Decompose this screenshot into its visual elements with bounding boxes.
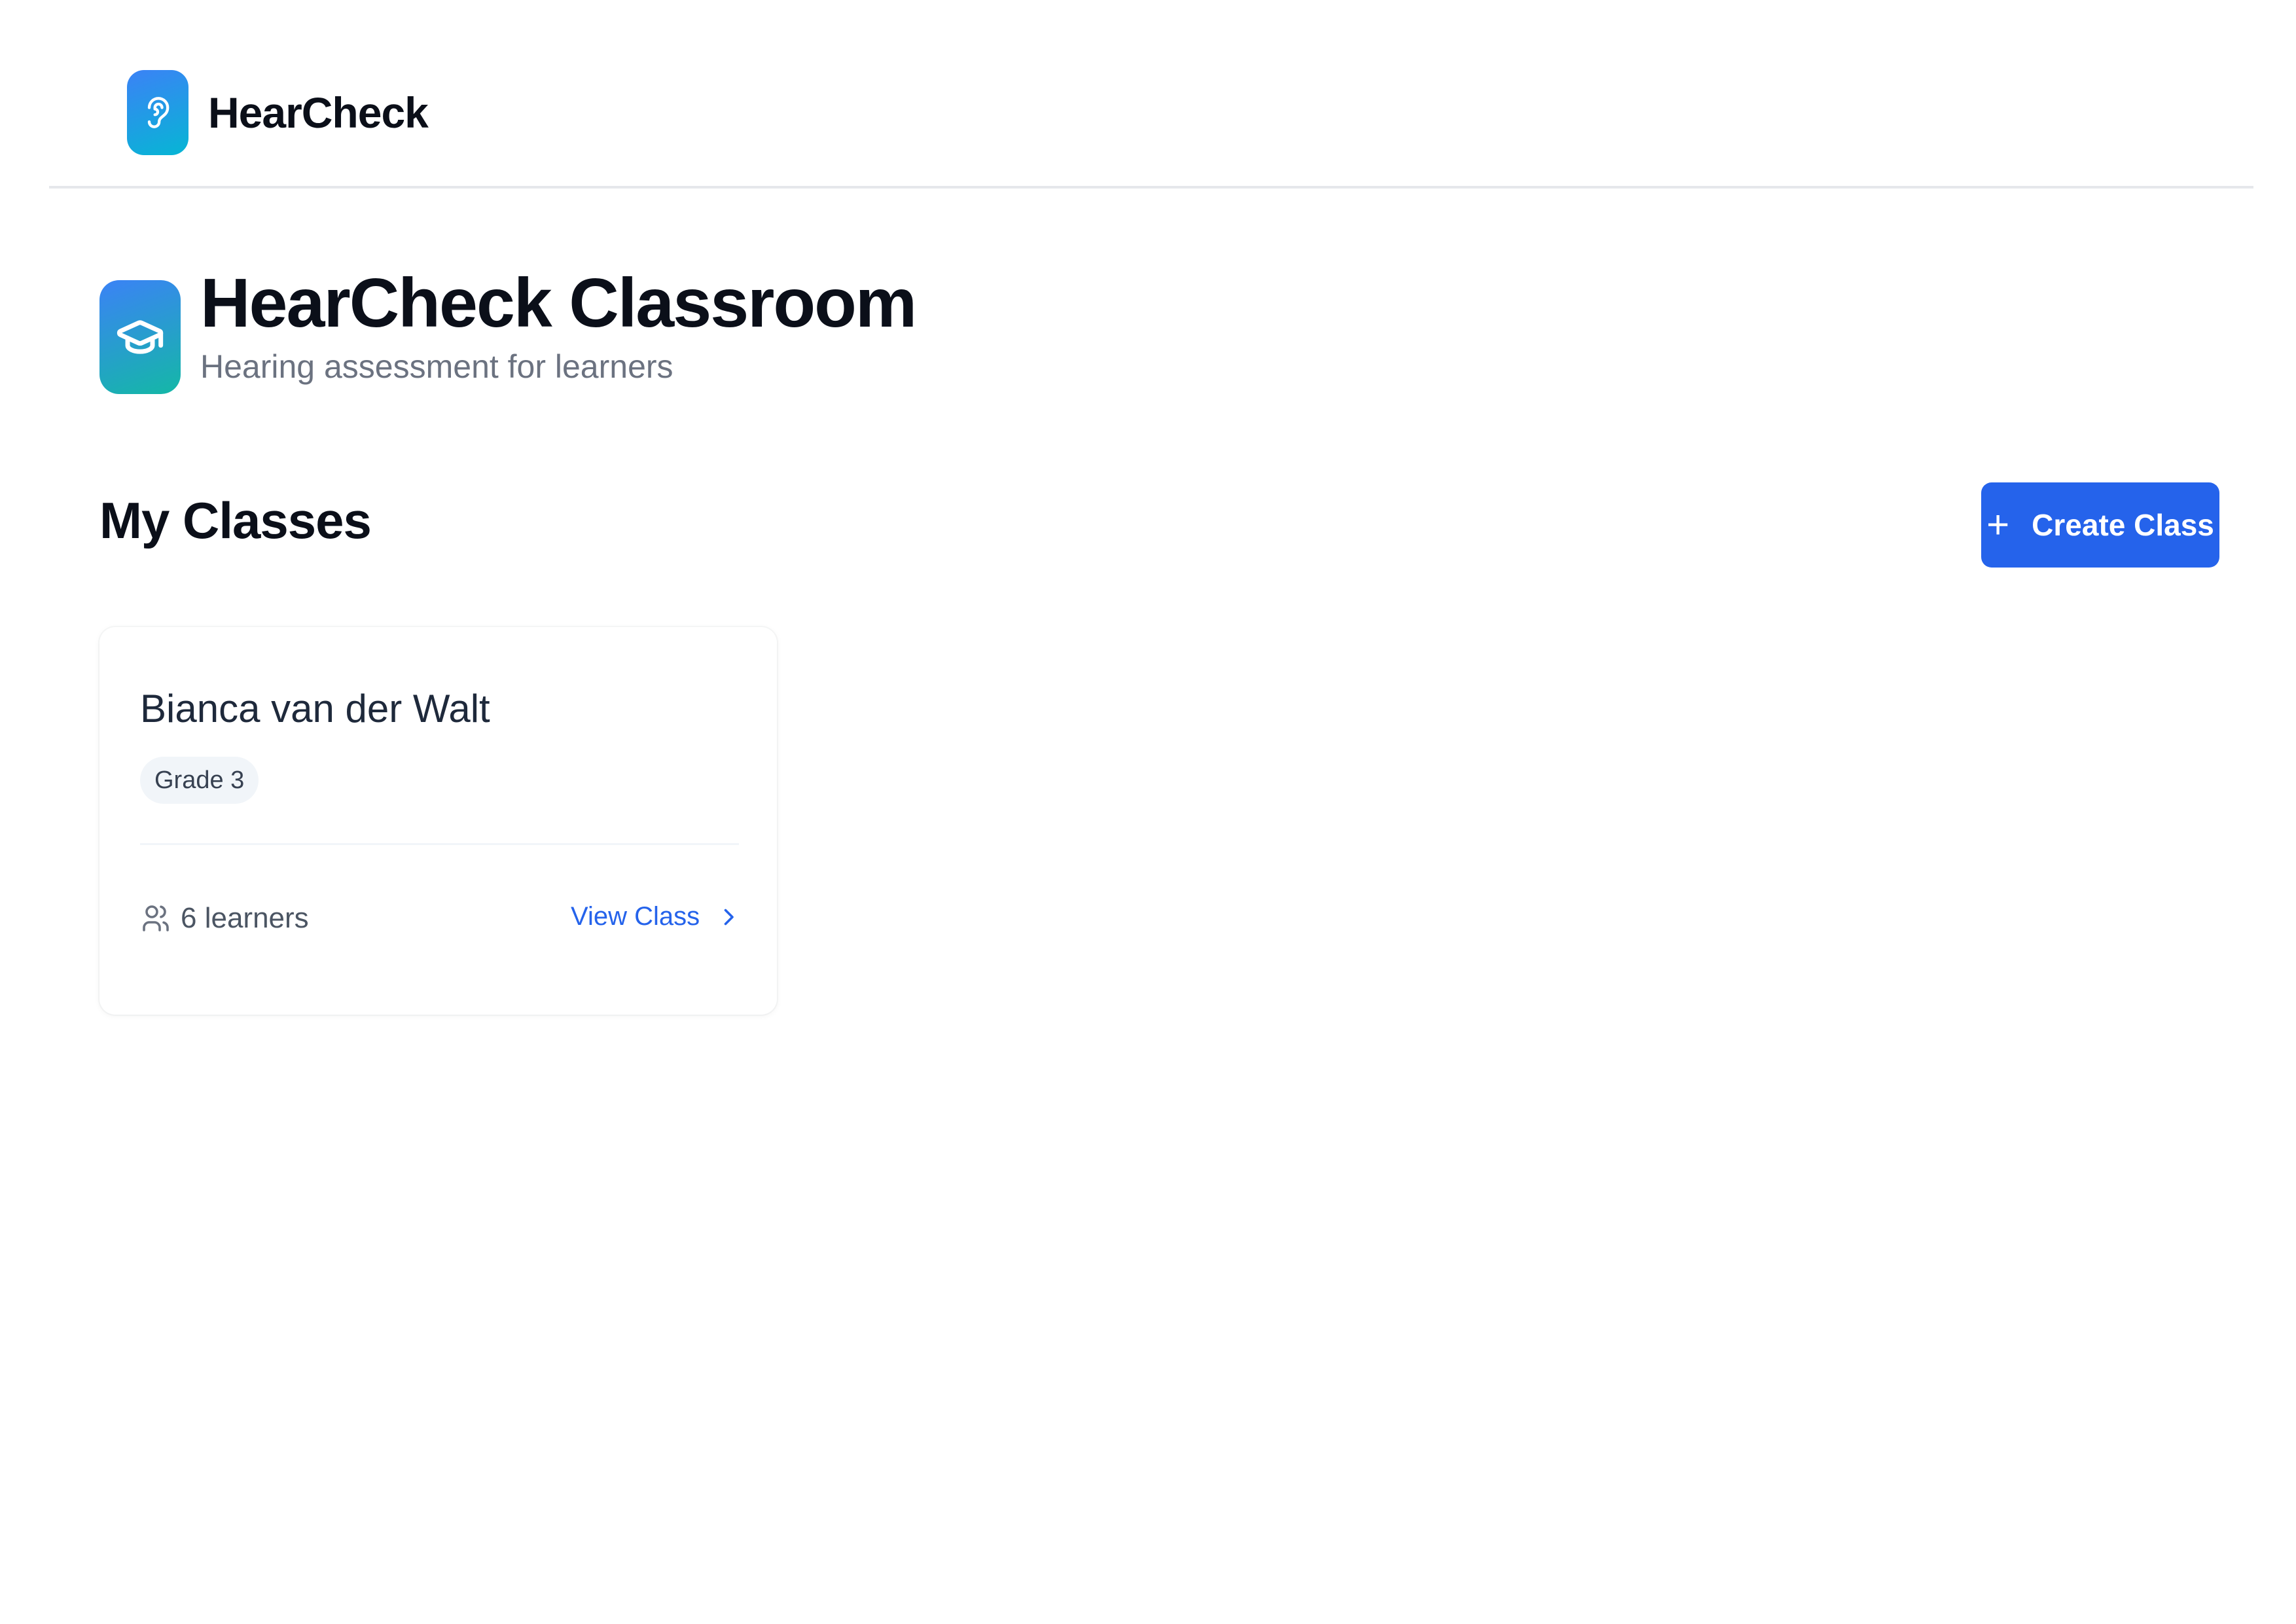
class-card[interactable]: Bianca van der Walt Grade 3 6 learners V… (99, 627, 777, 1015)
page-title: HearCheck Classroom (200, 264, 917, 342)
create-class-label: Create Class (2032, 508, 2214, 542)
hero-header: HearCheck Classroom Hearing assessment f… (99, 262, 917, 394)
brand[interactable]: HearCheck (127, 70, 429, 155)
class-name: Bianca van der Walt (140, 687, 490, 731)
create-class-button[interactable]: + Create Class (1981, 482, 2219, 568)
section-title: My Classes (99, 492, 372, 549)
view-class-label: View Class (571, 902, 700, 931)
page-subtitle: Hearing assessment for learners (200, 348, 673, 386)
ear-icon (147, 97, 170, 128)
graduation-cap-icon (117, 320, 164, 354)
learner-count-label: 6 learners (181, 902, 309, 934)
brand-name: HearCheck (208, 88, 429, 137)
hero-logo (99, 280, 181, 394)
users-icon (143, 905, 169, 931)
learner-count: 6 learners (140, 902, 309, 935)
plus-icon: + (1986, 503, 2010, 547)
hero-text: HearCheck Classroom Hearing assessment f… (200, 262, 917, 386)
grade-badge: Grade 3 (140, 757, 259, 804)
brand-logo (127, 70, 188, 155)
card-divider (140, 843, 739, 845)
view-class-link[interactable]: View Class (571, 902, 740, 931)
chevron-right-icon (724, 909, 734, 925)
top-bar: HearCheck (49, 0, 2253, 189)
